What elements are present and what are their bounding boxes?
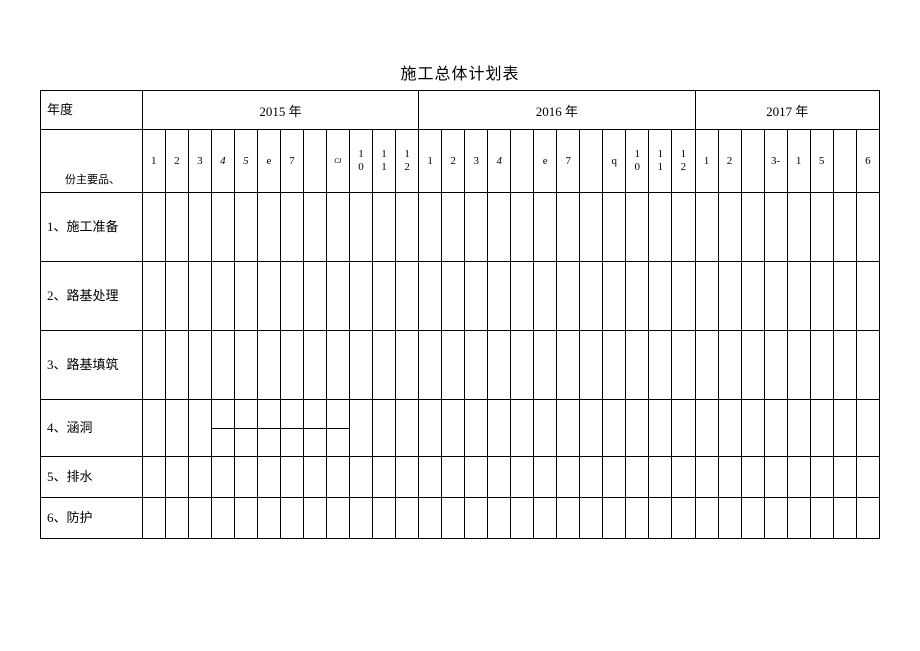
m2016-8 — [580, 130, 603, 193]
m2016-4: 4 — [488, 130, 511, 193]
m2017-2: 2 — [718, 130, 741, 193]
m2016-12: 12 — [672, 130, 695, 193]
cell-year-2017: 2017 年 — [695, 91, 879, 130]
m2016-3: 3 — [465, 130, 488, 193]
row-label-3: 3、路基填筑 — [41, 331, 143, 400]
schedule-table: 年度 2015 年 2016 年 2017 年 份主要品、 1 2 3 4 5 … — [40, 90, 880, 539]
m2016-1: 1 — [419, 130, 442, 193]
m2017-1: 1 — [695, 130, 718, 193]
m2017-8: 6 — [856, 130, 879, 193]
m2015-7: 7 — [280, 130, 303, 193]
row-label-6: 6、防护 — [41, 498, 143, 539]
m2015-6: e — [257, 130, 280, 193]
m2015-11: 11 — [372, 130, 395, 193]
m2017-3 — [741, 130, 764, 193]
cell-month-label: 份主要品、 — [41, 130, 143, 193]
m2015-2: 2 — [165, 130, 188, 193]
m2016-7: 7 — [557, 130, 580, 193]
m2017-4: 3- — [764, 130, 787, 193]
m2015-9: ᴄᴊ — [326, 130, 349, 193]
m2015-10: 10 — [349, 130, 372, 193]
m2016-10: 10 — [626, 130, 649, 193]
m2016-2: 2 — [442, 130, 465, 193]
cell-year-2016: 2016 年 — [419, 91, 695, 130]
m2015-4: 4 — [211, 130, 234, 193]
m2015-5: 5 — [234, 130, 257, 193]
row-label-2: 2、路基处理 — [41, 262, 143, 331]
m2016-5 — [511, 130, 534, 193]
page-title: 施工总体计划表 — [40, 60, 880, 84]
m2015-3: 3 — [188, 130, 211, 193]
m2017-5: 1 — [787, 130, 810, 193]
m2016-11: 11 — [649, 130, 672, 193]
m2015-12: 12 — [395, 130, 418, 193]
cell-year-2015: 2015 年 — [142, 91, 418, 130]
m2015-1: 1 — [142, 130, 165, 193]
m2017-6: 5 — [810, 130, 833, 193]
m2017-7 — [833, 130, 856, 193]
m2016-9: q — [603, 130, 626, 193]
m2016-6: e — [534, 130, 557, 193]
row-label-1: 1、施工准备 — [41, 193, 143, 262]
row-label-4: 4、涵洞 — [41, 400, 143, 457]
cell-year-label: 年度 — [41, 91, 143, 130]
row-label-5: 5、排水 — [41, 457, 143, 498]
m2015-8 — [303, 130, 326, 193]
